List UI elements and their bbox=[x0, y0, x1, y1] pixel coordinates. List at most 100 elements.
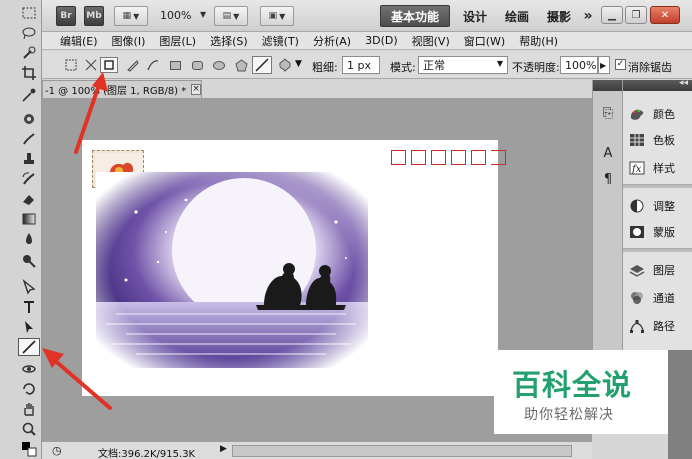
grid-icon: ▦ bbox=[122, 11, 132, 21]
styles-icon: fx bbox=[629, 160, 645, 176]
lasso-tool-icon[interactable] bbox=[18, 24, 40, 42]
layers-icon bbox=[629, 262, 645, 278]
3d-rotate-tool-icon[interactable] bbox=[18, 360, 40, 378]
crop-tool-icon[interactable] bbox=[18, 64, 40, 82]
menu-help[interactable]: 帮助(H) bbox=[519, 33, 558, 49]
rounded-rectangle-shape-icon[interactable] bbox=[188, 57, 206, 73]
custom-shape-icon[interactable] bbox=[276, 57, 294, 73]
3d-orbit-tool-icon[interactable] bbox=[18, 380, 40, 398]
panel-separator bbox=[623, 184, 692, 188]
arrange-icon: ▤ bbox=[222, 11, 232, 21]
horizontal-scrollbar[interactable] bbox=[232, 445, 572, 457]
history-brush-tool-icon[interactable] bbox=[18, 170, 40, 188]
screen-mode-button[interactable]: ▣ ▼ bbox=[260, 6, 294, 26]
status-arrow-icon[interactable]: ▶ bbox=[220, 444, 227, 454]
antialias-checkbox[interactable]: ✓ bbox=[615, 59, 626, 70]
zip-code-box bbox=[471, 150, 486, 165]
menu-view[interactable]: 视图(V) bbox=[412, 33, 450, 49]
view-extras-button[interactable]: ▦ ▼ bbox=[114, 6, 148, 26]
arrange-documents-button[interactable]: ▤ ▼ bbox=[214, 6, 248, 26]
panel-dock: ◂◂ 颜色 色板 fx 样式 调整 蒙版 图层 通道 路径 bbox=[622, 78, 692, 350]
menu-image[interactable]: 图像(I) bbox=[112, 33, 146, 49]
history-panel-icon[interactable]: ⎘ bbox=[599, 104, 617, 122]
dock-header[interactable]: ◂◂ bbox=[623, 78, 692, 91]
paragraph-panel-icon[interactable]: ¶ bbox=[599, 170, 617, 188]
dock-header[interactable] bbox=[593, 80, 622, 91]
workspace-essentials[interactable]: 基本功能 bbox=[380, 5, 450, 27]
close-tab-button[interactable]: × bbox=[191, 84, 201, 95]
bridge-button[interactable]: Br bbox=[56, 6, 76, 26]
path-selection-tool-icon[interactable] bbox=[18, 318, 40, 336]
freeform-pen-icon[interactable] bbox=[144, 57, 162, 73]
clone-stamp-tool-icon[interactable] bbox=[18, 150, 40, 168]
mode-select[interactable]: 正常 ▼ bbox=[418, 56, 508, 74]
menu-analysis[interactable]: 分析(A) bbox=[313, 33, 351, 49]
quick-selection-tool-icon[interactable] bbox=[18, 44, 40, 62]
panel-styles[interactable]: fx 样式 bbox=[629, 158, 689, 178]
ellipse-shape-icon[interactable] bbox=[210, 57, 228, 73]
workspace-photography[interactable]: 摄影 bbox=[536, 5, 582, 27]
workspace-design[interactable]: 设计 bbox=[452, 5, 498, 27]
mini-bridge-button[interactable]: Mb bbox=[84, 6, 104, 26]
workspace-painting[interactable]: 绘画 bbox=[494, 5, 540, 27]
fill-pixels-icon[interactable] bbox=[100, 57, 118, 73]
type-tool-icon[interactable] bbox=[18, 298, 40, 316]
masks-icon bbox=[629, 224, 645, 240]
zip-code-box bbox=[431, 150, 446, 165]
color-swatches-icon[interactable] bbox=[18, 440, 40, 458]
zoom-level[interactable]: 100% bbox=[160, 9, 191, 22]
menu-window[interactable]: 窗口(W) bbox=[464, 33, 505, 49]
menu-select[interactable]: 选择(S) bbox=[210, 33, 248, 49]
restore-icon: ❐ bbox=[631, 9, 641, 21]
dodge-tool-icon[interactable] bbox=[18, 252, 40, 270]
chevron-down-icon[interactable]: ▼ bbox=[200, 10, 206, 19]
panel-layers[interactable]: 图层 bbox=[629, 260, 689, 280]
opacity-input[interactable]: 100% bbox=[560, 56, 598, 74]
document-tab[interactable]: -1 @ 100% (图层 1, RGB/8) * × bbox=[42, 80, 202, 98]
zoom-tool-icon[interactable] bbox=[18, 420, 40, 438]
menu-filter[interactable]: 滤镜(T) bbox=[262, 33, 299, 49]
eyedropper-tool-icon[interactable] bbox=[18, 86, 40, 104]
chevron-down-icon: ▼ bbox=[133, 11, 140, 21]
panel-channels[interactable]: 通道 bbox=[629, 288, 689, 308]
panel-swatches[interactable]: 色板 bbox=[629, 130, 689, 150]
pen-tool-icon[interactable] bbox=[18, 278, 40, 296]
line-shape-icon[interactable] bbox=[252, 56, 272, 74]
brush-tool-icon[interactable] bbox=[18, 130, 40, 148]
panel-masks[interactable]: 蒙版 bbox=[629, 222, 689, 242]
panel-paths[interactable]: 路径 bbox=[629, 316, 689, 336]
close-window-button[interactable]: ✕ bbox=[650, 6, 680, 24]
watermark-subtitle: 助你轻松解决 bbox=[524, 407, 614, 423]
menu-layer[interactable]: 图层(L) bbox=[159, 33, 196, 49]
blur-tool-icon[interactable] bbox=[18, 230, 40, 248]
line-tool-icon[interactable] bbox=[18, 338, 40, 356]
character-panel-icon[interactable]: A bbox=[599, 144, 617, 162]
restore-button[interactable]: ❐ bbox=[625, 6, 647, 24]
polygon-shape-icon[interactable] bbox=[232, 57, 250, 73]
rectangle-shape-icon[interactable] bbox=[166, 57, 184, 73]
minimize-button[interactable]: ▁ bbox=[601, 6, 623, 24]
panel-adjustments[interactable]: 调整 bbox=[629, 196, 689, 216]
more-workspaces-button[interactable]: » bbox=[578, 5, 598, 27]
spot-healing-tool-icon[interactable] bbox=[18, 110, 40, 128]
weight-input[interactable]: 1 px bbox=[342, 56, 380, 74]
shape-layers-icon[interactable] bbox=[62, 57, 80, 73]
hand-tool-icon[interactable] bbox=[18, 400, 40, 418]
chevron-down-icon: ▼ bbox=[233, 11, 240, 21]
panel-color[interactable]: 颜色 bbox=[629, 104, 689, 124]
watermark-title: 百科全说 bbox=[512, 368, 633, 402]
eraser-tool-icon[interactable] bbox=[18, 190, 40, 208]
gradient-tool-icon[interactable] bbox=[18, 210, 40, 228]
options-bar: ▼ 粗细: 1 px 模式: 正常 ▼ 不透明度: 100% ▶ ✓ 消除锯齿 bbox=[42, 51, 692, 79]
marquee-tool-icon[interactable] bbox=[18, 4, 40, 22]
opacity-slider-toggle[interactable]: ▶ bbox=[598, 56, 610, 74]
moonlit-couple-photo bbox=[96, 172, 368, 368]
document-size: 文档:396.2K/915.3K bbox=[98, 449, 196, 459]
gray-edge-block bbox=[668, 350, 692, 459]
chevron-down-icon[interactable]: ▼ bbox=[295, 59, 302, 69]
pen-icon[interactable] bbox=[124, 57, 142, 73]
status-menu-icon[interactable]: ◷ bbox=[52, 444, 62, 457]
menu-3d[interactable]: 3D(D) bbox=[365, 34, 398, 47]
menu-edit[interactable]: 编辑(E) bbox=[60, 33, 98, 49]
paths-mode-icon[interactable] bbox=[82, 57, 100, 73]
